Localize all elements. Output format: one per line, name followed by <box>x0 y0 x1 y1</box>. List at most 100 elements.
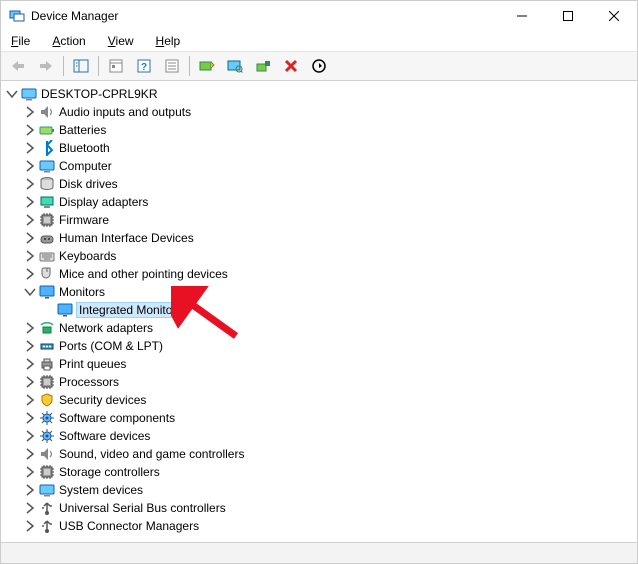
back-button[interactable] <box>5 53 31 79</box>
display-icon <box>39 194 55 210</box>
help-button[interactable]: ? <box>131 53 157 79</box>
monitor-icon <box>57 302 73 318</box>
node-usbconn[interactable]: USB Connector Managers <box>5 517 637 535</box>
node-swcomp[interactable]: Software components <box>5 409 637 427</box>
chevron-right-icon[interactable] <box>23 357 37 371</box>
menu-file[interactable]: File <box>7 33 34 49</box>
chevron-right-icon[interactable] <box>23 465 37 479</box>
storage-icon <box>39 464 55 480</box>
update-driver-button[interactable] <box>194 53 220 79</box>
bluetooth-icon <box>39 140 55 156</box>
properties-button[interactable] <box>103 53 129 79</box>
node-storage[interactable]: Storage controllers <box>5 463 637 481</box>
mouse-icon <box>39 266 55 282</box>
menu-view[interactable]: View <box>104 33 138 49</box>
options-button[interactable] <box>159 53 185 79</box>
toolbar: ? <box>1 52 637 81</box>
computer-icon <box>39 482 55 498</box>
monitor-icon <box>39 284 55 300</box>
chevron-right-icon[interactable] <box>23 339 37 353</box>
forward-button[interactable] <box>33 53 59 79</box>
node-system[interactable]: System devices <box>5 481 637 499</box>
shield-icon <box>39 392 55 408</box>
chevron-right-icon[interactable] <box>23 267 37 281</box>
node-disk[interactable]: Disk drives <box>5 175 637 193</box>
chevron-right-icon[interactable] <box>23 411 37 425</box>
app-icon <box>9 8 25 24</box>
chevron-right-icon[interactable] <box>23 105 37 119</box>
menubar: File Action View Help <box>1 31 637 52</box>
chevron-right-icon[interactable] <box>23 231 37 245</box>
node-swdev[interactable]: Software devices <box>5 427 637 445</box>
keyboard-icon <box>39 248 55 264</box>
node-monitors[interactable]: Monitors <box>5 283 637 301</box>
usb-icon <box>39 500 55 516</box>
chevron-down-icon[interactable] <box>5 87 19 101</box>
chevron-down-icon[interactable] <box>23 285 37 299</box>
chevron-right-icon[interactable] <box>23 249 37 263</box>
gear-icon <box>39 428 55 444</box>
menu-help[interactable]: Help <box>152 33 185 49</box>
firmware-icon <box>39 212 55 228</box>
tree-root[interactable]: DESKTOP-CPRL9KR <box>5 85 637 103</box>
close-button[interactable] <box>591 1 637 31</box>
chevron-right-icon[interactable] <box>23 501 37 515</box>
chevron-right-icon[interactable] <box>23 375 37 389</box>
node-sound[interactable]: Sound, video and game controllers <box>5 445 637 463</box>
chevron-right-icon[interactable] <box>23 429 37 443</box>
chevron-right-icon[interactable] <box>23 213 37 227</box>
chevron-right-icon[interactable] <box>23 519 37 533</box>
uninstall-button[interactable] <box>250 53 276 79</box>
node-computer[interactable]: Computer <box>5 157 637 175</box>
chevron-right-icon[interactable] <box>23 447 37 461</box>
root-label: DESKTOP-CPRL9KR <box>41 87 157 101</box>
computer-icon <box>39 158 55 174</box>
node-firmware[interactable]: Firmware <box>5 211 637 229</box>
audio-icon <box>39 104 55 120</box>
show-hide-tree-button[interactable] <box>68 53 94 79</box>
node-network[interactable]: Network adapters <box>5 319 637 337</box>
node-mice[interactable]: Mice and other pointing devices <box>5 265 637 283</box>
node-usb[interactable]: Universal Serial Bus controllers <box>5 499 637 517</box>
battery-icon <box>39 122 55 138</box>
audio-icon <box>39 446 55 462</box>
node-integrated-monitor[interactable]: Integrated Monitor <box>5 301 637 319</box>
node-audio[interactable]: Audio inputs and outputs <box>5 103 637 121</box>
chevron-right-icon[interactable] <box>23 483 37 497</box>
node-bluetooth[interactable]: Bluetooth <box>5 139 637 157</box>
usb-icon <box>39 518 55 534</box>
network-icon <box>39 320 55 336</box>
node-batteries[interactable]: Batteries <box>5 121 637 139</box>
gear-icon <box>39 410 55 426</box>
scan-monitor-button[interactable] <box>222 53 248 79</box>
node-security[interactable]: Security devices <box>5 391 637 409</box>
device-tree[interactable]: DESKTOP-CPRL9KR Audio inputs and outputs… <box>1 81 637 542</box>
chevron-right-icon[interactable] <box>23 177 37 191</box>
node-keyboards[interactable]: Keyboards <box>5 247 637 265</box>
chevron-right-icon[interactable] <box>23 393 37 407</box>
titlebar: Device Manager <box>1 1 637 31</box>
hid-icon <box>39 230 55 246</box>
maximize-button[interactable] <box>545 1 591 31</box>
node-display[interactable]: Display adapters <box>5 193 637 211</box>
disk-icon <box>39 176 55 192</box>
node-hid[interactable]: Human Interface Devices <box>5 229 637 247</box>
menu-action[interactable]: Action <box>48 33 89 49</box>
window-title: Device Manager <box>31 9 499 23</box>
printer-icon <box>39 356 55 372</box>
node-printq[interactable]: Print queues <box>5 355 637 373</box>
minimize-button[interactable] <box>499 1 545 31</box>
disable-button[interactable] <box>278 53 304 79</box>
status-bar <box>1 542 637 563</box>
chevron-right-icon[interactable] <box>23 195 37 209</box>
node-processors[interactable]: Processors <box>5 373 637 391</box>
chevron-right-icon[interactable] <box>23 123 37 137</box>
chevron-right-icon[interactable] <box>23 159 37 173</box>
processor-icon <box>39 374 55 390</box>
scan-changes-button[interactable] <box>306 53 332 79</box>
chevron-right-icon[interactable] <box>23 141 37 155</box>
chevron-right-icon[interactable] <box>23 321 37 335</box>
port-icon <box>39 338 55 354</box>
computer-icon <box>21 86 37 102</box>
node-ports[interactable]: Ports (COM & LPT) <box>5 337 637 355</box>
